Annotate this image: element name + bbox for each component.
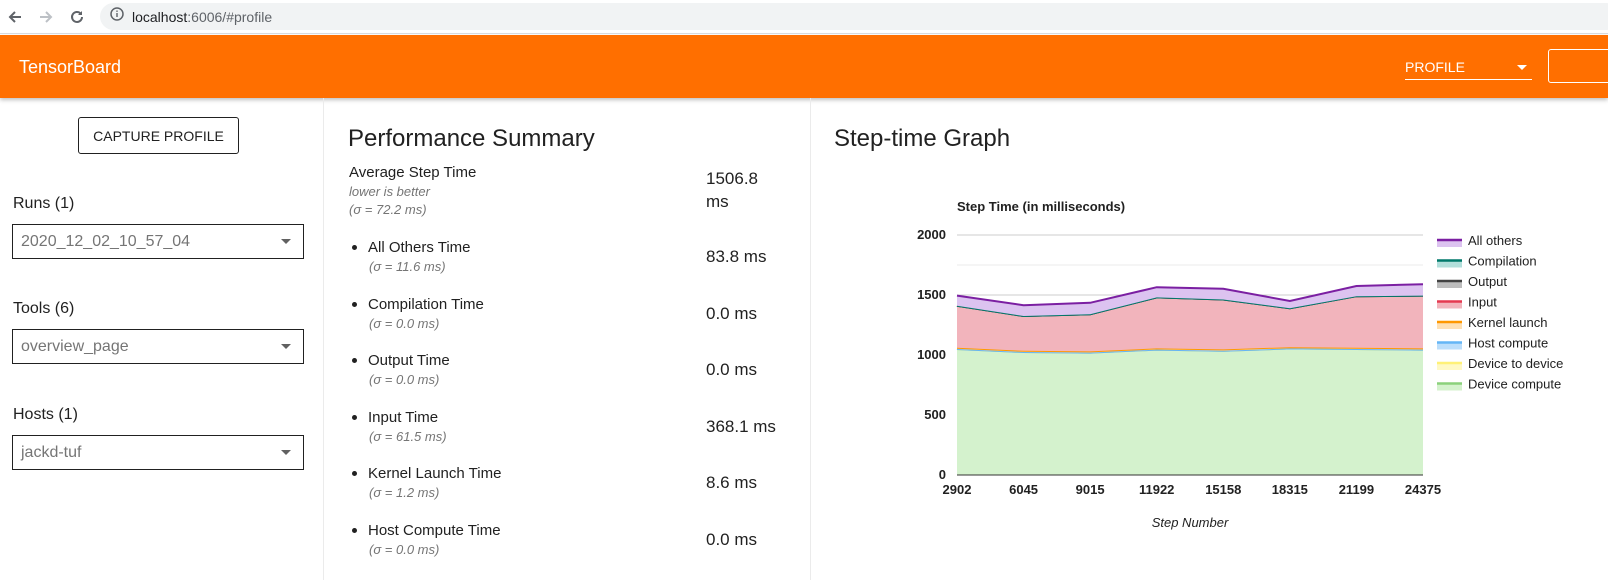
tools-select[interactable]: overview_page — [12, 329, 304, 364]
back-arrow-icon[interactable] — [4, 6, 26, 28]
x-tick-label: 6045 — [1009, 482, 1038, 497]
chart-title: Step Time (in milliseconds) — [957, 199, 1125, 214]
all-others-time-label: All Others Time — [368, 239, 471, 256]
bullet — [352, 471, 357, 476]
tools-label: Tools (6) — [13, 300, 75, 317]
site-info-icon[interactable] — [110, 7, 124, 26]
kernel-launch-time-sigma: (σ = 1.2 ms) — [369, 485, 440, 500]
hosts-label: Hosts (1) — [13, 406, 78, 423]
x-tick-label: 2902 — [943, 482, 972, 497]
runs-label: Runs (1) — [13, 195, 75, 212]
bullet — [352, 528, 357, 533]
legend-label-all-others: All others — [1468, 233, 1523, 248]
forward-arrow-icon[interactable] — [35, 6, 57, 28]
y-tick-label: 1500 — [917, 287, 946, 302]
legend-label-input: Input — [1468, 295, 1497, 310]
legend-label-host-compute: Host compute — [1468, 336, 1548, 351]
compilation-time-value: 0.0 ms — [706, 304, 758, 323]
x-tick-label: 18315 — [1272, 482, 1308, 497]
y-tick-label: 1000 — [917, 347, 946, 362]
tools-select-value: overview_page — [21, 338, 129, 355]
x-tick-label: 11922 — [1139, 482, 1174, 497]
hosts-select[interactable]: jackd-tuf — [12, 435, 304, 470]
kernel-launch-time-label: Kernel Launch Time — [368, 465, 502, 482]
x-tick-label: 9015 — [1076, 482, 1105, 497]
url-text: localhost:6006/#profile — [132, 8, 273, 25]
average-step-time-unit: ms — [706, 192, 729, 211]
input-time-value: 368.1 ms — [706, 417, 776, 436]
average-step-time-note: lower is better — [349, 184, 430, 199]
bullet — [352, 245, 357, 250]
performance-summary-panel: Performance Summary Average Step Time lo… — [325, 98, 811, 580]
plugin-selector-value: PROFILE — [1405, 59, 1465, 75]
plugin-selector[interactable]: PROFILE — [1405, 55, 1532, 80]
host-compute-time-label: Host Compute Time — [368, 522, 501, 539]
output-time-label: Output Time — [368, 352, 450, 369]
legend-label-output: Output — [1468, 274, 1507, 289]
x-tick-label: 21199 — [1339, 482, 1374, 497]
bullet — [352, 302, 357, 307]
y-tick-label: 0 — [939, 467, 946, 482]
step-time-graph-panel: Step-time Graph Step Time (in millisecon… — [812, 98, 1608, 580]
app-header: TensorBoard PROFILE — [0, 35, 1608, 98]
all-others-time-value: 83.8 ms — [706, 247, 767, 266]
output-time-value: 0.0 ms — [706, 360, 758, 379]
average-step-time-value: 1506.8 — [706, 169, 758, 188]
sidebar: CAPTURE PROFILE Runs (1) 2020_12_02_10_5… — [0, 98, 324, 580]
chevron-down-icon — [281, 344, 291, 349]
app-title: TensorBoard — [19, 57, 122, 77]
legend-label-device-compute: Device compute — [1468, 377, 1561, 392]
chevron-down-icon — [281, 450, 291, 455]
input-time-sigma: (σ = 61.5 ms) — [369, 429, 447, 444]
browser-toolbar: localhost:6006/#profile — [0, 0, 1608, 34]
average-step-time-sigma: (σ = 72.2 ms) — [349, 202, 427, 217]
y-tick-label: 500 — [924, 407, 946, 422]
average-step-time-label: Average Step Time — [349, 164, 477, 181]
chevron-down-icon — [281, 239, 291, 244]
hosts-select-value: jackd-tuf — [21, 444, 82, 461]
runs-select-value: 2020_12_02_10_57_04 — [21, 233, 191, 250]
step-time-chart[interactable]: Step Time (in milliseconds) 0 500 1000 1500 2… — [812, 98, 1608, 580]
kernel-launch-time-value: 8.6 ms — [706, 473, 758, 492]
address-bar[interactable]: localhost:6006/#profile — [100, 3, 1608, 30]
performance-summary-title: Performance Summary — [348, 125, 595, 152]
compilation-time-label: Compilation Time — [368, 296, 484, 313]
host-compute-time-value: 0.0 ms — [706, 530, 758, 549]
bullet — [352, 415, 357, 420]
host-compute-time-sigma: (σ = 0.0 ms) — [369, 542, 440, 557]
header-action-button[interactable] — [1548, 49, 1608, 83]
area-device-compute — [957, 348, 1423, 475]
area-input — [957, 295, 1423, 352]
legend-label-compilation: Compilation — [1468, 254, 1537, 269]
compilation-time-sigma: (σ = 0.0 ms) — [369, 316, 440, 331]
legend-label-kernel-launch: Kernel launch — [1468, 315, 1548, 330]
reload-icon[interactable] — [66, 6, 88, 28]
x-tick-label: 24375 — [1405, 482, 1441, 497]
runs-select[interactable]: 2020_12_02_10_57_04 — [12, 224, 304, 259]
x-tick-label: 15158 — [1205, 482, 1241, 497]
input-time-label: Input Time — [368, 409, 439, 426]
all-others-time-sigma: (σ = 11.6 ms) — [369, 259, 446, 274]
bullet — [352, 358, 357, 363]
chevron-down-icon — [1517, 65, 1527, 70]
x-axis-label: Step Number — [1152, 515, 1229, 530]
output-time-sigma: (σ = 0.0 ms) — [369, 372, 440, 387]
y-tick-label: 2000 — [917, 227, 946, 242]
capture-profile-button[interactable]: CAPTURE PROFILE — [78, 117, 239, 154]
legend-label-device-to-device: Device to device — [1468, 356, 1563, 371]
